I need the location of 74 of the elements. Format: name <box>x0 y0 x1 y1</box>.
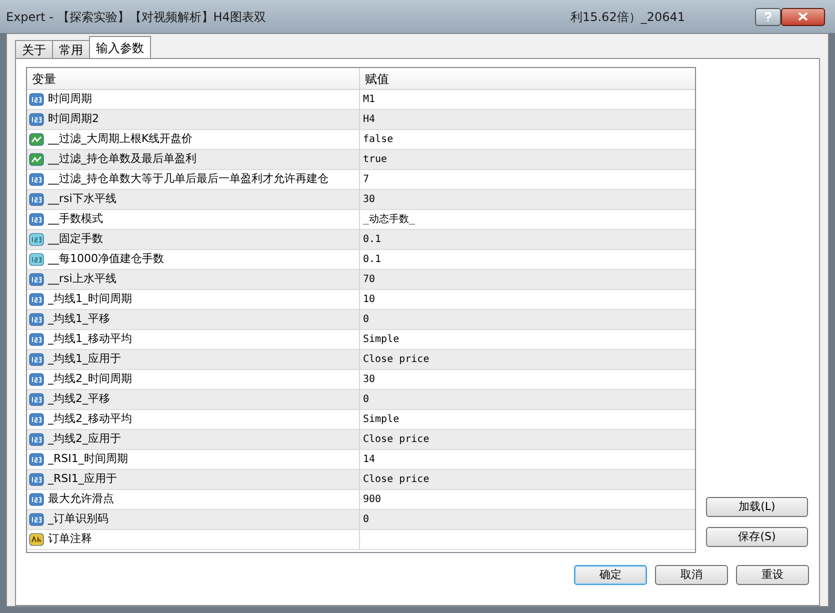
parameter-value[interactable]: Simple <box>363 332 400 347</box>
int-type-icon <box>29 513 44 526</box>
parameter-value[interactable]: 0.1 <box>363 232 382 247</box>
int-type-icon <box>29 113 44 126</box>
parameter-value[interactable]: 900 <box>363 492 382 507</box>
parameter-value[interactable]: Simple <box>363 412 400 427</box>
help-icon <box>764 12 772 22</box>
parameter-name: _均线1_平移 <box>48 311 110 328</box>
int-type-icon <box>29 393 44 406</box>
parameter-name: _均线1_应用于 <box>48 351 121 368</box>
parameter-name: __rsi上水平线 <box>48 271 116 288</box>
parameter-name: __过滤_持仓单数及最后单盈利 <box>48 151 196 168</box>
int-type-icon <box>29 473 44 486</box>
close-icon <box>798 12 808 21</box>
double-type-icon <box>29 253 44 266</box>
parameter-name: _均线2_平移 <box>48 391 110 408</box>
parameter-value[interactable]: 10 <box>363 292 376 307</box>
parameter-name: _均线1_移动平均 <box>48 331 132 348</box>
parameter-name: __过滤_持仓单数大等于几单后最后一单盈利才允许再建仓 <box>48 171 328 188</box>
parameter-name: _RSI1_应用于 <box>48 471 117 488</box>
parameter-value[interactable]: Close price <box>363 472 430 487</box>
tab[interactable]: 输入参数 <box>89 36 151 58</box>
parameter-name: __rsi下水平线 <box>48 191 116 208</box>
int-type-icon <box>29 273 44 286</box>
window-title: Expert - 【探索实验】【对视频解析】H4图表双 <box>6 8 266 26</box>
string-type-icon <box>29 533 44 546</box>
dialog-button[interactable]: 取消 <box>655 565 728 585</box>
parameter-name: __每1000净值建仓手数 <box>48 251 164 268</box>
parameter-name: _均线1_时间周期 <box>48 291 132 308</box>
column-header: 赋值 <box>364 71 390 88</box>
parameter-name: __固定手数 <box>48 231 103 248</box>
parameter-name: 时间周期2 <box>48 111 99 128</box>
parameter-value[interactable]: 30 <box>363 372 376 387</box>
parameter-value[interactable]: 30 <box>363 192 376 207</box>
parameter-value[interactable]: 7 <box>363 172 370 187</box>
parameter-value[interactable]: 70 <box>363 272 376 287</box>
tab[interactable]: 常用 <box>52 40 90 58</box>
dialog-button[interactable]: 加载(L) <box>706 497 808 517</box>
double-type-icon <box>29 233 44 246</box>
close-button[interactable] <box>781 8 825 26</box>
parameter-value[interactable]: Close price <box>363 432 430 447</box>
parameter-name: __过滤_大周期上根K线开盘价 <box>48 131 193 148</box>
parameter-name: 订单注释 <box>48 531 92 548</box>
parameter-name: _均线2_应用于 <box>48 431 121 448</box>
parameter-value[interactable]: M1 <box>363 92 376 107</box>
window-title: 利15.62倍）_20641 <box>570 8 685 26</box>
column-header: 变量 <box>27 68 360 89</box>
parameter-name: _均线2_时间周期 <box>48 371 132 388</box>
parameter-name: __手数模式 <box>48 211 103 228</box>
parameter-value[interactable]: H4 <box>363 112 376 127</box>
dialog-button[interactable]: 重设 <box>736 565 809 585</box>
parameter-value[interactable]: true <box>363 152 388 167</box>
parameter-name: 最大允许滑点 <box>48 491 114 508</box>
int-type-icon <box>29 433 44 446</box>
parameter-value[interactable]: 0.1 <box>363 252 382 267</box>
parameter-value[interactable]: 14 <box>363 452 376 467</box>
parameter-name: _订单识别码 <box>48 511 108 528</box>
dialog-button[interactable]: 确定 <box>574 565 647 585</box>
help-button[interactable] <box>755 8 781 26</box>
int-type-icon <box>29 193 44 206</box>
dialog-button[interactable]: 保存(S) <box>706 527 808 547</box>
parameter-value[interactable]: Close price <box>363 352 430 367</box>
parameter-value[interactable]: 0 <box>363 512 370 527</box>
parameter-name: 时间周期 <box>48 91 92 108</box>
int-type-icon <box>29 313 44 326</box>
parameter-value[interactable]: false <box>363 132 394 147</box>
parameter-name: _均线2_移动平均 <box>48 411 132 428</box>
bool-type-icon <box>29 153 44 166</box>
tab[interactable]: 关于 <box>15 40 53 58</box>
parameter-name: _RSI1_时间周期 <box>48 451 128 468</box>
parameter-value[interactable]: _动态手数_ <box>363 212 416 227</box>
parameter-value[interactable]: 0 <box>363 392 370 407</box>
int-type-icon <box>29 353 44 366</box>
parameter-value[interactable]: 0 <box>363 312 370 327</box>
